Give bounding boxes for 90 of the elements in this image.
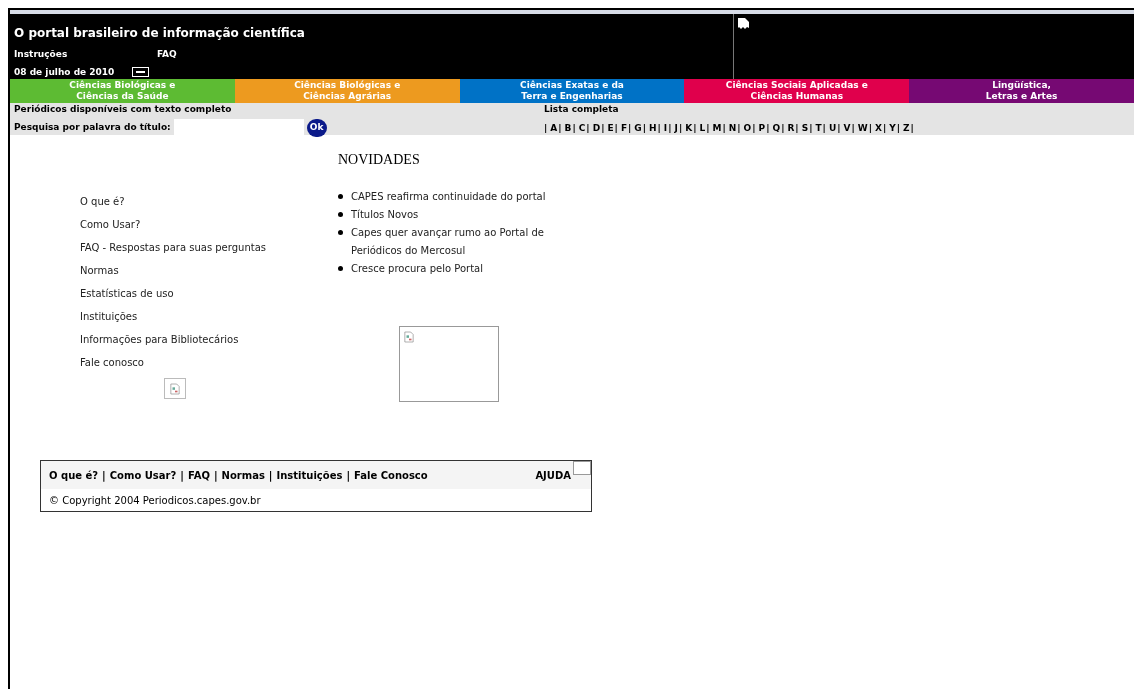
letter-link[interactable]: O <box>743 121 752 135</box>
letter-link[interactable]: M <box>712 121 722 135</box>
letter-link[interactable]: T <box>815 121 822 135</box>
letter-link[interactable]: U <box>828 121 837 135</box>
area-tab[interactable]: Lingüística, Letras e Artes <box>909 79 1134 103</box>
help-link[interactable]: AJUDA <box>535 467 571 483</box>
news-link[interactable]: Capes quer avançar rumo ao Portal de Periódicos do Mercosul <box>351 224 561 260</box>
menu-link[interactable]: Informações para Bibliotecários <box>80 332 338 355</box>
separator-text: | <box>572 121 576 135</box>
separator-text: | <box>601 121 605 135</box>
separator-text: | <box>678 121 683 135</box>
footer-link[interactable]: Normas <box>221 467 265 483</box>
separator-text: | <box>657 121 661 135</box>
news-link[interactable]: Títulos Novos <box>351 206 561 224</box>
letter-link[interactable]: V <box>843 121 851 135</box>
separator-text: | <box>737 121 741 135</box>
separator-text: | <box>642 121 646 135</box>
letter-link[interactable]: S <box>801 121 809 135</box>
separator-text: | <box>822 121 826 135</box>
footer-link[interactable]: O que é? <box>49 467 99 483</box>
news-link[interactable]: CAPES reafirma continuidade do portal <box>351 188 561 206</box>
search-label: Pesquisa por palavra do título: <box>14 120 171 134</box>
separator-text: | <box>766 121 770 135</box>
separator-text: | <box>614 121 618 135</box>
separator-text: | <box>781 121 785 135</box>
news-link[interactable]: Cresce procura pelo Portal <box>351 260 561 278</box>
letter-link[interactable]: Z <box>903 121 910 135</box>
separator-text: | <box>910 121 914 135</box>
letter-link[interactable]: F <box>620 121 628 135</box>
menu-link[interactable]: Como Usar? <box>80 217 338 240</box>
letter-link[interactable]: L <box>699 121 706 135</box>
separator-text: | <box>180 468 184 483</box>
letter-link[interactable]: G <box>634 121 642 135</box>
separator-text: | <box>668 121 672 135</box>
separator-text: | <box>213 468 218 483</box>
menu-link[interactable]: Fale conosco <box>80 355 338 378</box>
letter-link[interactable]: Y <box>889 121 896 135</box>
letter-link[interactable]: P <box>758 121 766 135</box>
news-title: NOVIDADES <box>338 151 421 169</box>
header-link[interactable]: FAQ <box>157 48 177 62</box>
letter-link[interactable]: A <box>550 121 558 135</box>
separator-text: | <box>809 121 813 135</box>
footer-link[interactable]: Instituições <box>276 467 343 483</box>
separator-text: | <box>896 121 901 135</box>
list-heading: Lista completa <box>544 103 620 116</box>
letter-link[interactable]: H <box>649 121 657 135</box>
separator-text: | <box>722 121 726 135</box>
ok-button[interactable]: Ok <box>306 118 327 137</box>
letter-link[interactable]: W <box>857 121 868 135</box>
separator-text: | <box>795 121 799 135</box>
letter-link[interactable]: J <box>674 121 678 135</box>
footer-link[interactable]: Fale Conosco <box>354 467 428 483</box>
header-link[interactable]: Instruções <box>14 48 157 62</box>
letter-link[interactable]: E <box>607 121 614 135</box>
separator-text: | <box>586 121 590 135</box>
letter-link[interactable]: N <box>728 121 737 135</box>
menu-link[interactable]: Instituições <box>80 309 338 332</box>
separator-text: | <box>752 121 756 135</box>
separator-text: | <box>544 121 548 135</box>
footer-link[interactable]: Como Usar? <box>109 467 177 483</box>
area-tab[interactable]: Ciências Exatas e da Terra e Engenharias <box>459 79 685 103</box>
letter-link[interactable]: D <box>592 121 601 135</box>
letter-link[interactable]: I <box>663 121 668 135</box>
menu-link[interactable]: Estatísticas de uso <box>80 286 338 309</box>
separator-text: | <box>851 121 855 135</box>
footer-link[interactable]: FAQ <box>187 467 210 483</box>
letter-link[interactable]: B <box>564 121 572 135</box>
letter-link[interactable]: K <box>685 121 693 135</box>
separator-text: | <box>693 121 697 135</box>
letter-link[interactable]: C <box>578 121 586 135</box>
menu-link[interactable]: Normas <box>80 263 338 286</box>
copyright-text: © Copyright 2004 Periodicos.capes.gov.br <box>48 493 262 508</box>
separator-text: | <box>882 121 887 135</box>
date-text: 08 de julho de 2010 <box>14 65 116 79</box>
separator-text: | <box>558 121 562 135</box>
letter-link[interactable]: Q <box>772 121 781 135</box>
menu-link[interactable]: O que é? <box>80 194 338 217</box>
separator-text: | <box>102 468 106 483</box>
letter-link[interactable]: R <box>787 121 795 135</box>
separator-text: | <box>706 121 710 135</box>
site-title: O portal brasileiro de informação científica <box>14 25 306 42</box>
separator-text: | <box>346 468 351 483</box>
menu-link[interactable]: FAQ - Respostas para suas perguntas <box>80 240 338 263</box>
separator-text: | <box>837 121 841 135</box>
letter-link[interactable]: X <box>875 121 882 135</box>
area-tab[interactable]: Ciências Sociais Aplicadas e Ciências Humanas <box>684 79 910 103</box>
separator-text: | <box>268 468 273 483</box>
separator-text: | <box>628 121 632 135</box>
section-heading: Periódicos disponíveis com texto completo <box>14 103 233 116</box>
separator-text: | <box>868 121 872 135</box>
